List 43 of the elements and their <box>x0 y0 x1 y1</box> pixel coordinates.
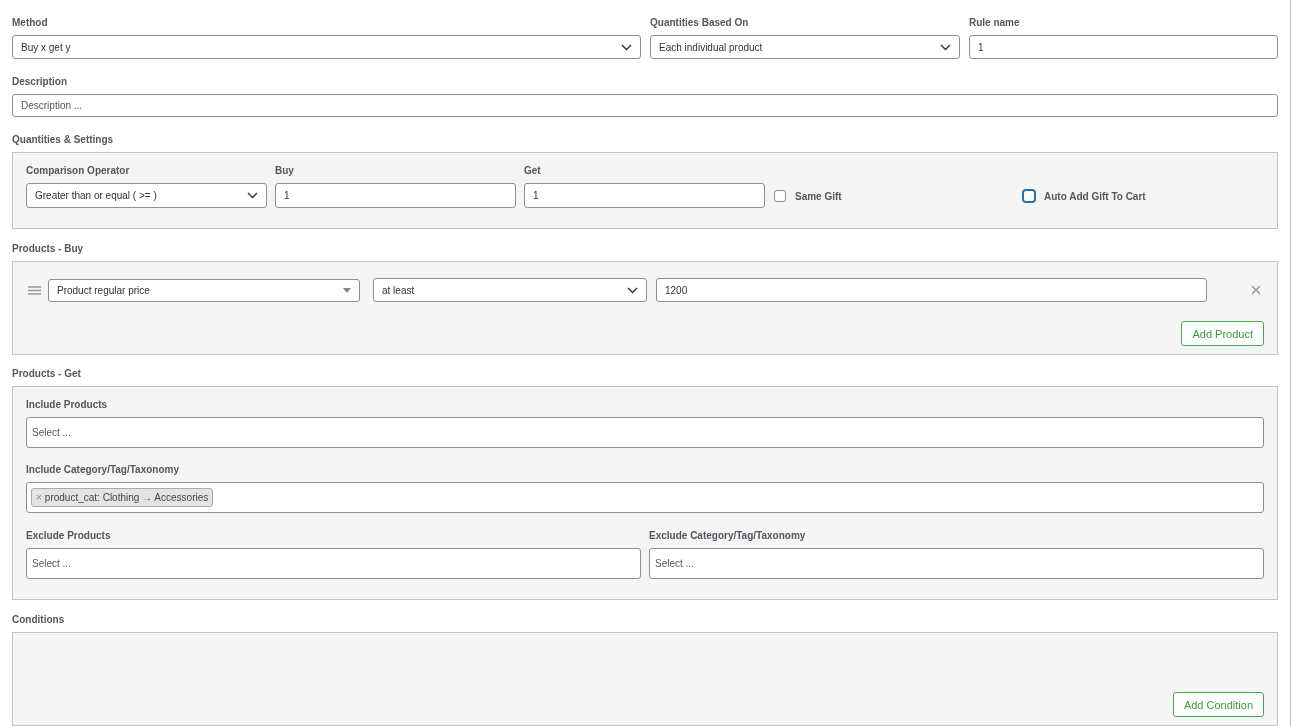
drag-handle-icon[interactable] <box>28 285 41 295</box>
checkbox-label: Auto Add Gift To Cart <box>1044 190 1146 202</box>
field-label: Include Products <box>26 399 109 411</box>
select-field[interactable]: Each individual product <box>650 35 960 59</box>
field-label: Exclude Category/Tag/Taxonomy <box>649 530 807 542</box>
field-label: Quantities Based On <box>650 17 750 29</box>
caret-down-icon <box>343 287 351 293</box>
chevron-down-icon <box>627 286 638 294</box>
checkbox[interactable] <box>774 190 786 202</box>
section-title: Conditions <box>12 614 66 626</box>
field-label: Exclude Products <box>26 530 112 542</box>
checkbox[interactable] <box>1023 190 1035 202</box>
text-field[interactable]: 1 <box>969 35 1278 59</box>
chevron-down-icon <box>621 43 632 51</box>
description-field[interactable]: Description ... <box>12 94 1278 117</box>
select-field[interactable]: Buy x get y <box>12 35 641 59</box>
field-label: Include Category/Tag/Taxonomy <box>26 464 180 476</box>
tag-select-field[interactable]: × product_cat: Clothing → Accessories <box>26 482 1264 513</box>
field-label: Comparison Operator <box>26 165 131 177</box>
select-field[interactable]: Select ... <box>26 548 641 579</box>
field-label: Buy <box>275 165 295 177</box>
chevron-down-icon <box>940 43 951 51</box>
select-field[interactable]: Select ... <box>649 548 1264 579</box>
select-field[interactable]: at least <box>373 278 647 302</box>
section-title: Products - Buy <box>12 243 85 255</box>
text-field[interactable]: 1 <box>275 183 516 208</box>
section-title: Products - Get <box>12 368 82 380</box>
add-condition-button[interactable]: Add Condition <box>1172 692 1264 717</box>
field-label: Rule name <box>969 17 1021 29</box>
tag-text: product_cat: Clothing → Accessories <box>44 492 209 503</box>
add-product-button[interactable]: Add Product <box>1181 321 1264 346</box>
field-label: Method <box>12 17 49 29</box>
checkbox-label: Same Gift <box>795 190 842 202</box>
field-label: Get <box>524 165 542 177</box>
select-field[interactable]: Select ... <box>26 417 1264 448</box>
value-field[interactable]: 1200 <box>656 278 1207 302</box>
select-field[interactable]: Product regular price <box>48 278 360 302</box>
section-title: Quantities & Settings <box>12 134 115 146</box>
field-label: Description <box>12 76 68 88</box>
select-field[interactable]: Greater than or equal ( >= ) <box>26 183 267 208</box>
close-icon[interactable] <box>1251 285 1261 295</box>
text-field[interactable]: 1 <box>524 183 765 208</box>
chevron-down-icon <box>247 192 258 199</box>
